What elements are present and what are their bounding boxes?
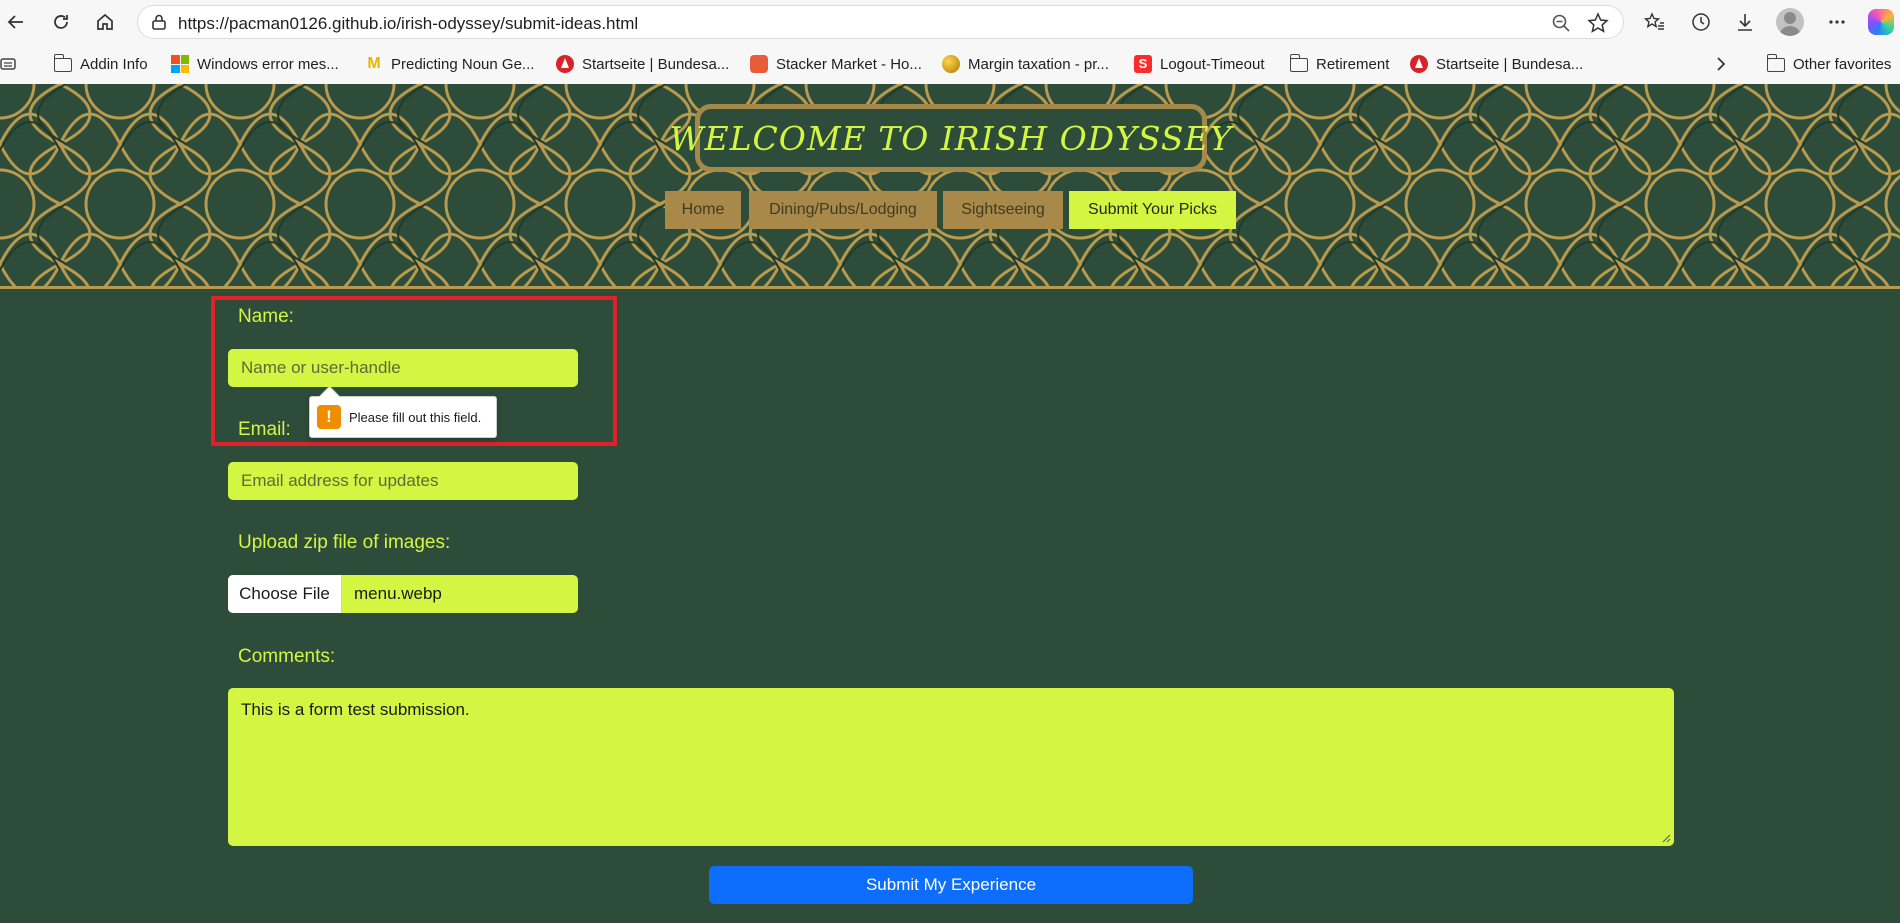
more-dots-icon (1829, 20, 1845, 24)
favorite-item[interactable]: Startseite | Bundesa... (556, 52, 729, 76)
nav-submit-your-picks[interactable]: Submit Your Picks (1069, 191, 1236, 229)
stacker-icon (750, 55, 768, 73)
profile-avatar[interactable] (1776, 8, 1804, 36)
sparkasse-icon: S (1134, 55, 1152, 73)
folder-icon (1290, 54, 1308, 72)
choose-file-button[interactable]: Choose File (228, 575, 342, 613)
favorite-item[interactable]: Windows error mes... (171, 52, 339, 76)
downloads-button[interactable] (1731, 8, 1759, 36)
back-button[interactable] (2, 8, 30, 36)
download-icon (1738, 14, 1752, 31)
home-button[interactable] (91, 8, 119, 36)
favorite-item[interactable]: Startseite | Bundesa... (1410, 52, 1583, 76)
coin-icon (942, 55, 960, 73)
refresh-icon (54, 15, 68, 29)
history-icon (1692, 13, 1710, 31)
favorite-label: Logout-Timeout (1160, 55, 1265, 73)
favorite-item[interactable]: Addin Info (54, 52, 148, 76)
nav-dining-pubs-lodging[interactable]: Dining/Pubs/Lodging (749, 191, 937, 229)
favorite-star-icon[interactable] (1587, 12, 1609, 34)
back-arrow-icon (7, 15, 23, 29)
refresh-button[interactable] (47, 8, 75, 36)
site-title: WELCOME TO IRISH ODYSSEY (669, 118, 1233, 158)
email-input[interactable]: Email address for updates (228, 462, 578, 500)
folder-icon (54, 54, 72, 72)
browser-chrome: https://pacman0126.github.io/irish-odyss… (0, 0, 1900, 84)
favorite-label: Addin Info (80, 55, 148, 73)
favorites-button[interactable] (1641, 8, 1669, 36)
favorite-label: Predicting Noun Ge... (391, 55, 535, 73)
m-logo-icon: M (367, 55, 381, 72)
nav-sightseeing[interactable]: Sightseeing (943, 191, 1063, 229)
folder-icon (1767, 54, 1785, 72)
arbeitsagentur-icon (556, 55, 574, 73)
arbeitsagentur-icon (1410, 55, 1428, 73)
history-button[interactable] (1687, 8, 1715, 36)
comments-textarea[interactable]: This is a form test submission. (228, 688, 1674, 846)
zoom-out-icon[interactable] (1551, 13, 1571, 33)
address-bar[interactable]: https://pacman0126.github.io/irish-odyss… (137, 5, 1624, 39)
validation-tooltip: ! Please fill out this field. (309, 396, 497, 438)
url-text[interactable]: https://pacman0126.github.io/irish-odyss… (178, 14, 638, 34)
nav-home[interactable]: Home (665, 191, 741, 229)
microsoft-icon (171, 55, 189, 73)
other-favorites-label: Other favorites (1793, 55, 1892, 73)
comments-text: This is a form test submission. (241, 700, 470, 719)
favorite-label: Startseite | Bundesa... (1436, 55, 1584, 73)
favorite-label: Startseite | Bundesa... (582, 55, 730, 73)
favorite-label: Margin taxation - pr... (968, 55, 1109, 73)
favorite-label: Stacker Market - Ho... (776, 55, 922, 73)
file-upload-input[interactable]: Choose File menu.webp (228, 575, 578, 613)
site-title-frame: WELCOME TO IRISH ODYSSEY (670, 104, 1231, 172)
other-favorites[interactable]: Other favorites (1767, 52, 1891, 76)
favorite-label: Retirement (1316, 55, 1390, 73)
submit-button[interactable]: Submit My Experience (709, 866, 1193, 904)
favorites-bar: Addin Info Windows error mes... M Predic… (0, 48, 1900, 80)
favorite-item[interactable]: Retirement (1290, 52, 1389, 76)
celtic-banner: WELCOME TO IRISH ODYSSEY Home Dining/Pub… (0, 84, 1900, 289)
favorite-item[interactable]: S Logout-Timeout (1134, 52, 1265, 76)
reading-list-icon[interactable] (0, 52, 18, 76)
favorites-list-icon (1644, 12, 1664, 30)
home-icon (97, 13, 113, 30)
page-content: WELCOME TO IRISH ODYSSEY Home Dining/Pub… (0, 84, 1900, 923)
favorite-item[interactable]: Stacker Market - Ho... (750, 52, 922, 76)
comments-label: Comments: (238, 646, 336, 667)
favorite-item[interactable]: M Predicting Noun Ge... (365, 52, 534, 76)
validation-message: Please fill out this field. (349, 409, 482, 425)
resize-grip-icon[interactable] (1661, 833, 1671, 843)
favorites-overflow-button[interactable] (1712, 52, 1730, 76)
warning-icon: ! (317, 405, 341, 429)
toolbar: https://pacman0126.github.io/irish-odyss… (0, 0, 1900, 44)
more-menu-button[interactable] (1823, 8, 1851, 36)
copilot-icon[interactable] (1868, 9, 1894, 35)
lock-icon[interactable] (150, 13, 168, 31)
favorite-label: Windows error mes... (197, 55, 339, 73)
selected-file-name: menu.webp (354, 584, 442, 603)
chevron-right-icon (1717, 57, 1726, 71)
favorite-item[interactable]: Margin taxation - pr... (942, 52, 1109, 76)
upload-label: Upload zip file of images: (238, 532, 451, 553)
